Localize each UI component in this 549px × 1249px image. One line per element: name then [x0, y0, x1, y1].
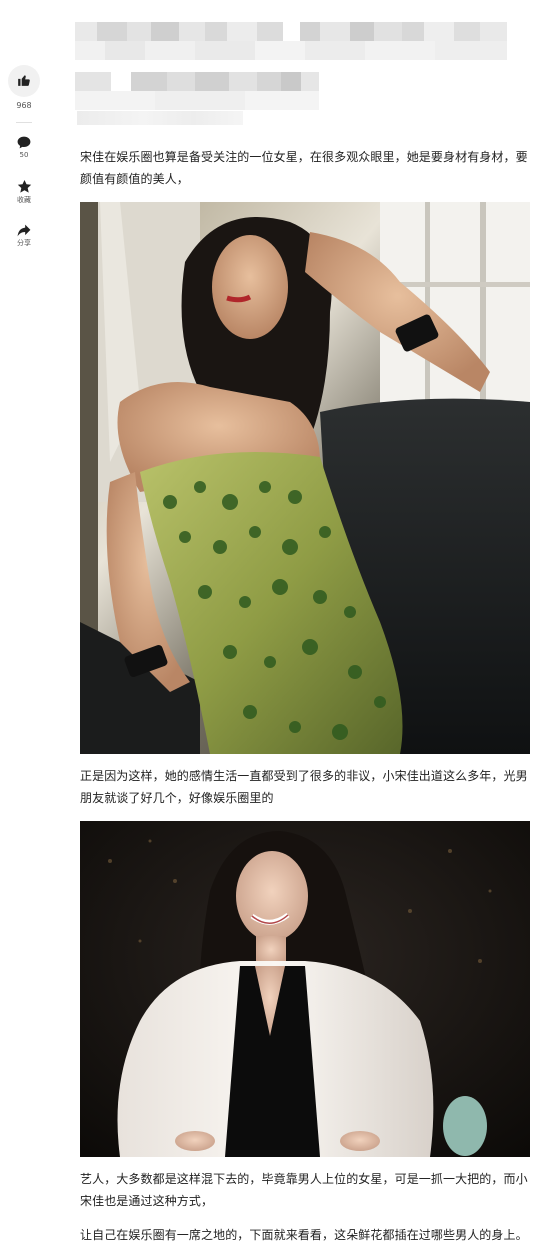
- like-count: 968: [16, 101, 32, 110]
- article-paragraph: 正是因为这样，她的感情生活一直都受到了很多的非议，小宋佳出道这么多年，光男朋友就…: [80, 769, 528, 805]
- article-photo-green-dress: [80, 202, 530, 754]
- sidebar-divider: [16, 122, 32, 123]
- article-photo-white-blazer: [80, 821, 530, 1157]
- star-icon: [17, 179, 32, 194]
- comment-button[interactable]: 50: [0, 136, 48, 160]
- comment-count: 50: [19, 151, 29, 159]
- comment-bubble-icon: [17, 136, 31, 149]
- like-button[interactable]: [8, 65, 40, 97]
- article-paragraph: 艺人，大多数都是这样混下去的，毕竟靠男人上位的女星，可是一抓一大把的，而小宋佳也…: [80, 1172, 528, 1208]
- blurred-article-meta: [77, 111, 243, 125]
- thumbs-up-icon: [17, 72, 31, 91]
- share-button[interactable]: 分享: [0, 224, 48, 248]
- article-paragraph: 让自己在娱乐圈有一席之地的，下面就来看看，这朵鲜花都插在过哪些男人的身上。: [80, 1228, 528, 1242]
- favorite-label: 收藏: [17, 196, 31, 204]
- share-label: 分享: [17, 239, 31, 247]
- favorite-button[interactable]: 收藏: [0, 179, 48, 205]
- share-arrow-icon: [17, 224, 31, 237]
- blurred-article-title: [75, 22, 509, 110]
- article-paragraph: 宋佳在娱乐圈也算是备受关注的一位女星，在很多观众眼里，她是要身材有身材，要颜值有…: [80, 150, 528, 186]
